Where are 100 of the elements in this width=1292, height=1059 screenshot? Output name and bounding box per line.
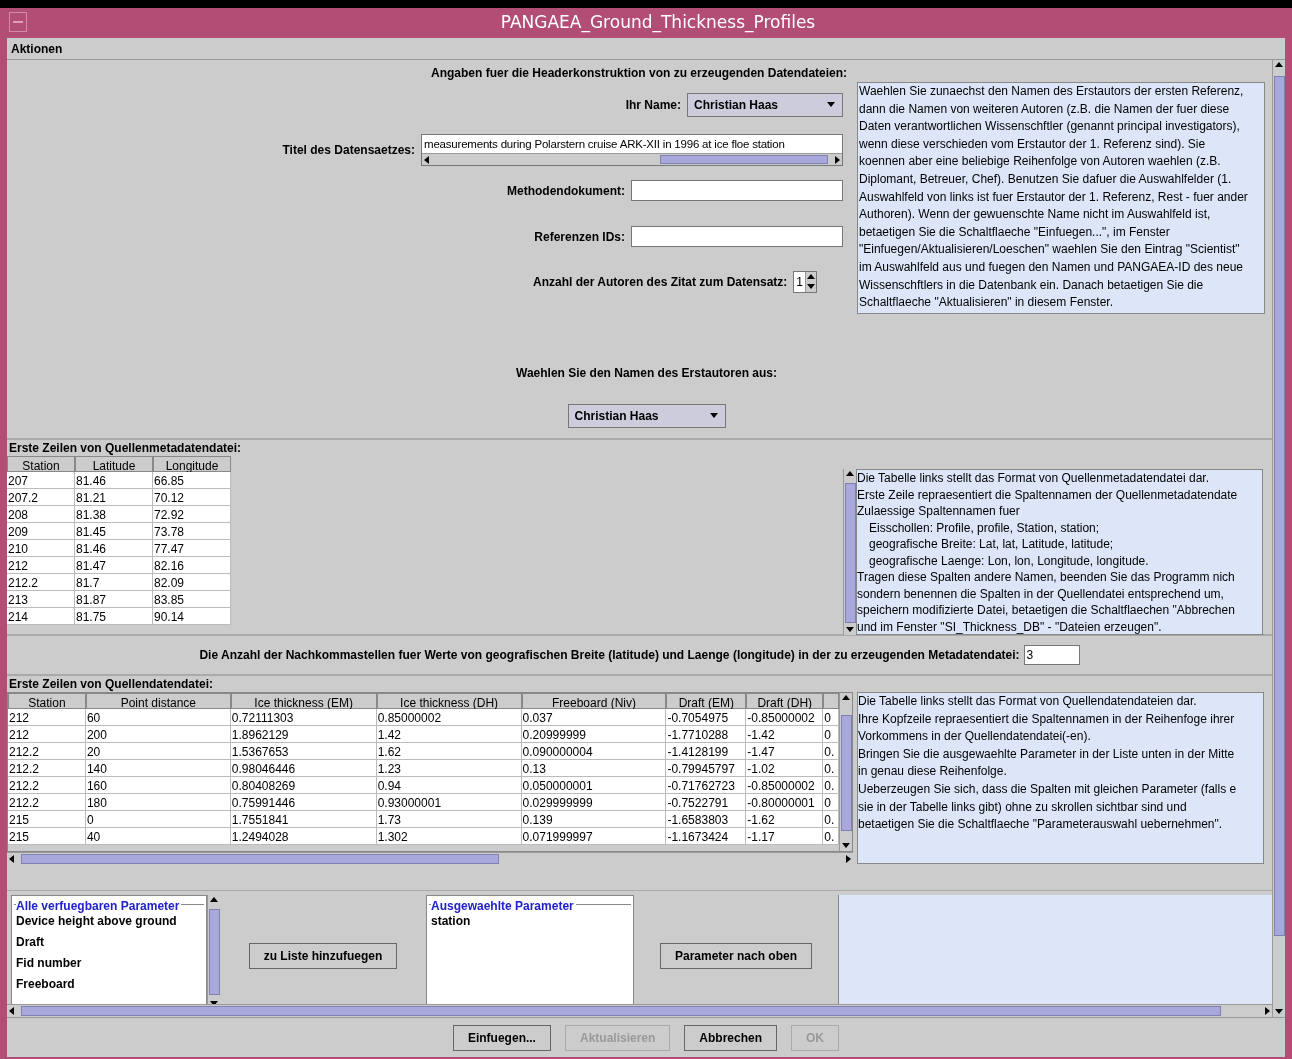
section-heading: Erste Zeilen von Quellenmetadatendatei: [9,440,242,457]
table-cell: 1.42 [376,726,522,743]
table-cell: 213 [7,591,75,608]
table-cell: 73.78 [153,523,231,540]
list-item[interactable]: Fid number [16,954,202,972]
move-up-button[interactable]: Parameter nach oben [659,943,812,969]
menu-item[interactable]: Aktionen [11,39,63,58]
table-cell: 215 [8,828,86,845]
table-cell: 81.87 [75,591,153,608]
table-cell: 0.75991446 [230,794,377,811]
table-cell: 0.98046446 [230,760,377,777]
table-cell: 20 [85,743,231,760]
decimals-field[interactable]: 3 [1023,645,1080,665]
table-cell: 81.38 [75,506,153,523]
table-cell: 0 [823,726,839,743]
name-dropdown[interactable]: Christian Haas [687,93,843,117]
table-cell: 0.050000001 [521,777,667,794]
table-cell: -1.62 [746,811,824,828]
add-button[interactable]: zu Liste hinzufuegen [248,943,398,969]
table-cell: 212.2 [7,574,75,591]
table-cell: 81.46 [75,472,153,489]
column-header[interactable]: Point distance [85,693,231,709]
table-cell: 81.46 [75,540,153,557]
table-cell: 207 [7,472,75,489]
table-cell: -1.6583803 [666,811,747,828]
column-header[interactable]: Freeboard (Niv) [521,693,667,709]
dialog-button[interactable]: Einfuegen... [452,1024,551,1051]
table-cell: 0.037 [521,709,667,726]
table-cell: 215 [8,811,86,828]
table-cell: 81.47 [75,557,153,574]
parameter-list[interactable]: Ausgewaehlte Parameter station [426,895,634,1004]
table-cell: -0.80000001 [746,794,824,811]
list-item[interactable]: Draft [16,933,202,951]
table-cell: 81.45 [75,523,153,540]
table-cell: 1.8962129 [230,726,377,743]
table-cell: 1.5367653 [230,743,377,760]
list-item[interactable]: station [431,912,629,930]
field-label: Anzahl der Autoren des Zitat zum Datensatz: [533,274,788,291]
table-cell: 214 [7,608,75,625]
table-cell: 1.62 [376,743,522,760]
field-label: Methodendokument: [507,182,625,200]
table-cell: 209 [7,523,75,540]
table-cell: 70.12 [153,489,231,506]
table-cell: 0 [823,794,839,811]
column-header[interactable]: Latitude [75,456,153,472]
table-cell: 90.14 [153,608,231,625]
list-item[interactable]: Device height above ground [16,912,202,930]
table-cell: 66.85 [153,472,231,489]
table-cell: -0.7054975 [666,709,747,726]
table-cell: 212.2 [8,777,86,794]
table-cell: 0.029999999 [521,794,667,811]
table-cell: -1.42 [746,726,824,743]
table-cell: -0.71762723 [666,777,747,794]
table-cell: 212 [8,709,86,726]
table-cell: 0. [823,777,839,794]
name-dropdown[interactable]: Christian Haas [567,404,726,428]
table-cell: 0. [823,760,839,777]
table-cell: -1.47 [746,743,824,760]
number-spinner[interactable]: 1 [793,271,817,293]
dialog-button[interactable]: Abbrechen [684,1024,778,1051]
table-cell: 0.93000001 [376,794,522,811]
help-text: Die Tabelle links stellt das Format von Quellenmetadatendatei dar. Erste Zeile repraesentiert die Spaltennamen der Quellenmetadatendate Zulaessige Spaltennamen fuer Eisschollen: Profile, profile, Station, station; geografische Breite: Lat, lat, Latitude, latitude; geografische Laenge: Lon, lon, Longitude, longitude. Tragen diese Spalten andere Namen, beenden Sie das Programm nich sondern benennen die Spalten in der Quellendatei entsprechend um, speichern modifizierte Datei, betaetigen die Schaltflaechen "Abbrechen und im Fenster "SI_Thickness_DB" - "Dateien erzeugen". [857,470,1239,634]
section-heading: Erste Zeilen von Quellendatendatei: [9,676,214,693]
column-header[interactable]: Ice thickness (EM) [230,693,377,709]
column-header[interactable]: Draft (DH) [746,693,824,709]
title-field[interactable]: measurements during Polarstern cruise ARK-XII in 1996 at ice floe station [421,134,843,166]
table-cell: 82.09 [153,574,231,591]
table-cell: 1.23 [376,760,522,777]
column-header[interactable]: Ice thickness (DH) [376,693,522,709]
table-cell: -1.02 [746,760,824,777]
table-cell: -1.7710288 [666,726,747,743]
table-cell: 0 [85,811,231,828]
table-cell: 60 [85,709,231,726]
table-cell: 0.139 [521,811,667,828]
table-cell: 208 [7,506,75,523]
table-cell: 210 [7,540,75,557]
table-cell: 0.94 [376,777,522,794]
table-cell: -0.85000002 [746,709,824,726]
list-item[interactable]: Freeboard [16,975,202,993]
table-cell: 212.2 [8,794,86,811]
column-header[interactable]: Station [7,456,75,472]
column-header[interactable]: Draft (EM) [666,693,747,709]
table-cell: 0.13 [521,760,667,777]
table-cell: -1.4128199 [666,743,747,760]
table-cell: 40 [85,828,231,845]
table-cell: 1.2494028 [230,828,377,845]
table-cell: 0 [823,709,839,726]
window-title: PANGAEA_Ground_Thickness_Profiles [499,11,816,35]
column-header[interactable]: Longitude [153,456,231,472]
parameter-list[interactable]: Alle verfuegbaren Parameter Device height above ground Draft Fid number Freeboard [11,895,207,1004]
field-label: Referenzen IDs: [534,228,625,246]
table-cell: 72.92 [153,506,231,523]
table-cell: -0.85000002 [746,777,824,794]
column-header[interactable]: Station [8,693,86,709]
table-cell: 180 [85,794,231,811]
table-cell: 0. [823,828,839,845]
table-cell: 81.21 [75,489,153,506]
table-cell: 0.72111303 [230,709,377,726]
table-cell: 0.071999997 [521,828,667,845]
table-cell: 140 [85,760,231,777]
